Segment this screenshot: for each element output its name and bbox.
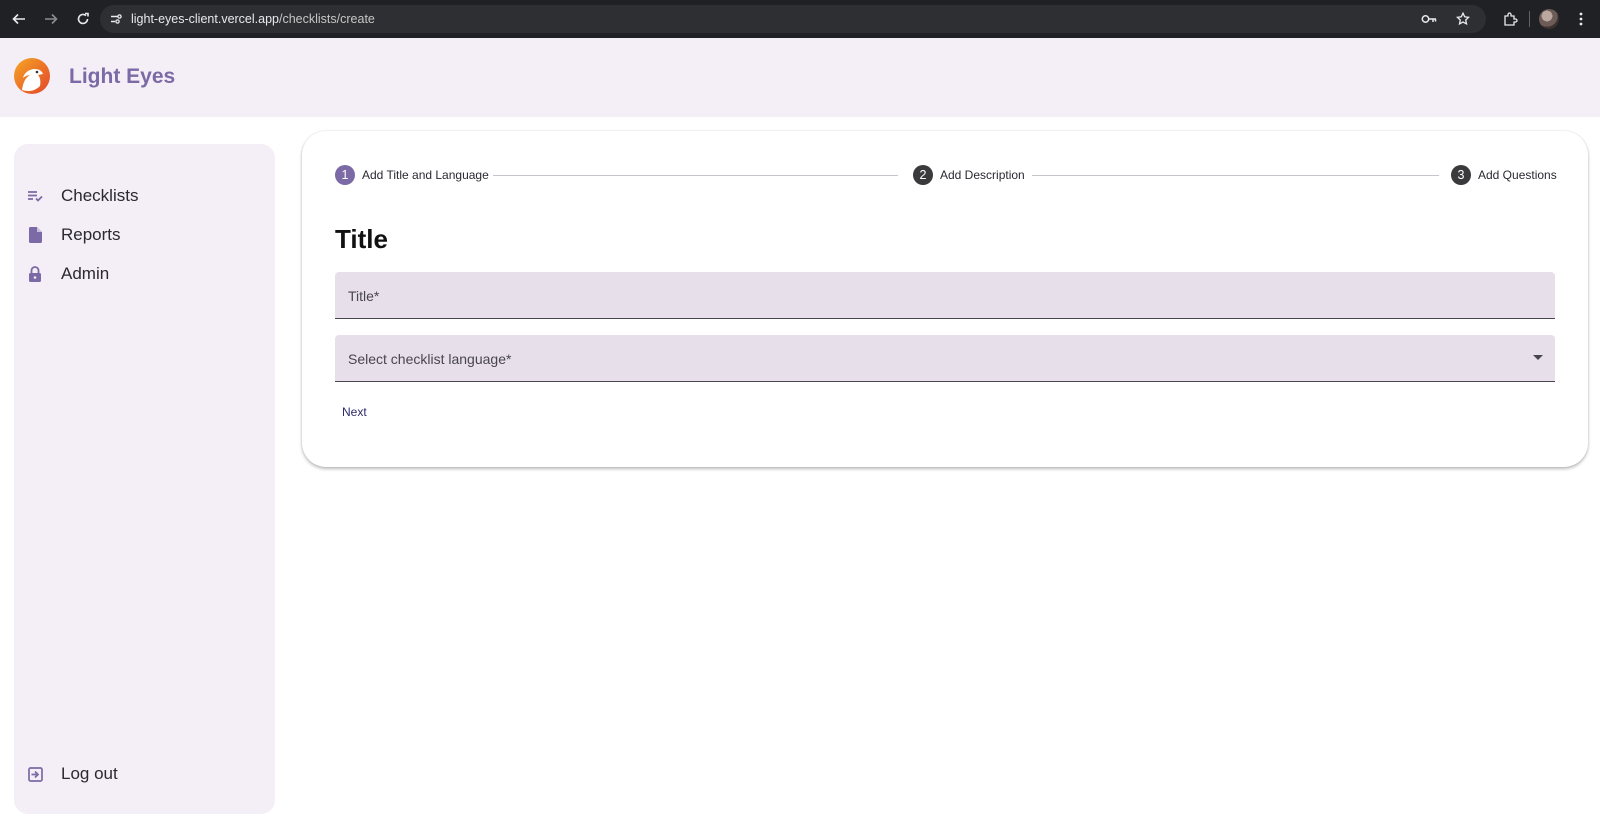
- url-path: /checklists/create: [279, 12, 375, 26]
- logout-label: Log out: [61, 764, 118, 783]
- title-field-placeholder: Title*: [348, 288, 380, 304]
- key-icon[interactable]: [1416, 6, 1442, 32]
- section-title: Title: [335, 224, 388, 254]
- sidebar-item-label: Admin: [61, 264, 110, 283]
- step-label: Add Title and Language: [362, 168, 489, 182]
- sidebar: Checklists Reports Admin Log out: [14, 144, 275, 814]
- next-button[interactable]: Next: [338, 403, 371, 421]
- step-connector: [493, 175, 898, 176]
- step-number: 1: [335, 165, 355, 185]
- url-host: light-eyes-client.vercel.app: [131, 12, 279, 26]
- playlist-check-icon: [26, 187, 44, 205]
- browser-toolbar: light-eyes-client.vercel.app/checklists/…: [0, 0, 1600, 38]
- step-3[interactable]: 3 Add Questions: [1451, 165, 1557, 185]
- sidebar-item-label: Reports: [61, 225, 121, 244]
- step-1[interactable]: 1 Add Title and Language: [335, 165, 489, 185]
- sidebar-item-admin[interactable]: Admin: [14, 256, 275, 292]
- create-checklist-card: 1 Add Title and Language 2 Add Descripti…: [302, 131, 1588, 467]
- sidebar-item-checklists[interactable]: Checklists: [14, 178, 275, 214]
- reload-icon[interactable]: [68, 4, 98, 34]
- step-number: 2: [913, 165, 933, 185]
- chevron-down-icon: [1533, 355, 1543, 360]
- document-icon: [26, 226, 44, 244]
- back-arrow-icon[interactable]: [4, 4, 34, 34]
- step-label: Add Description: [940, 168, 1025, 182]
- step-connector: [1032, 175, 1439, 176]
- address-bar[interactable]: light-eyes-client.vercel.app/checklists/…: [100, 5, 1486, 33]
- logout-button[interactable]: Log out: [14, 756, 275, 792]
- language-select-placeholder: Select checklist language*: [348, 351, 512, 367]
- title-field[interactable]: Title*: [335, 272, 1555, 319]
- sidebar-item-label: Checklists: [61, 186, 139, 205]
- forward-arrow-icon[interactable]: [36, 4, 66, 34]
- app-header: Light Eyes: [0, 38, 1600, 117]
- url-text: light-eyes-client.vercel.app/checklists/…: [131, 12, 375, 26]
- star-icon[interactable]: [1450, 6, 1476, 32]
- app-title[interactable]: Light Eyes: [69, 65, 175, 89]
- site-info-icon[interactable]: [103, 6, 129, 32]
- sidebar-item-reports[interactable]: Reports: [14, 217, 275, 253]
- logout-icon: [26, 765, 44, 783]
- extensions-icon[interactable]: [1497, 6, 1523, 32]
- step-label: Add Questions: [1478, 168, 1557, 182]
- toolbar-separator: [1529, 11, 1530, 27]
- lock-icon: [26, 265, 44, 283]
- profile-avatar[interactable]: [1536, 6, 1562, 32]
- language-select[interactable]: Select checklist language*: [335, 335, 1555, 382]
- step-2[interactable]: 2 Add Description: [913, 165, 1025, 185]
- more-vert-icon[interactable]: [1568, 6, 1594, 32]
- eagle-logo-icon[interactable]: [13, 57, 51, 95]
- step-number: 3: [1451, 165, 1471, 185]
